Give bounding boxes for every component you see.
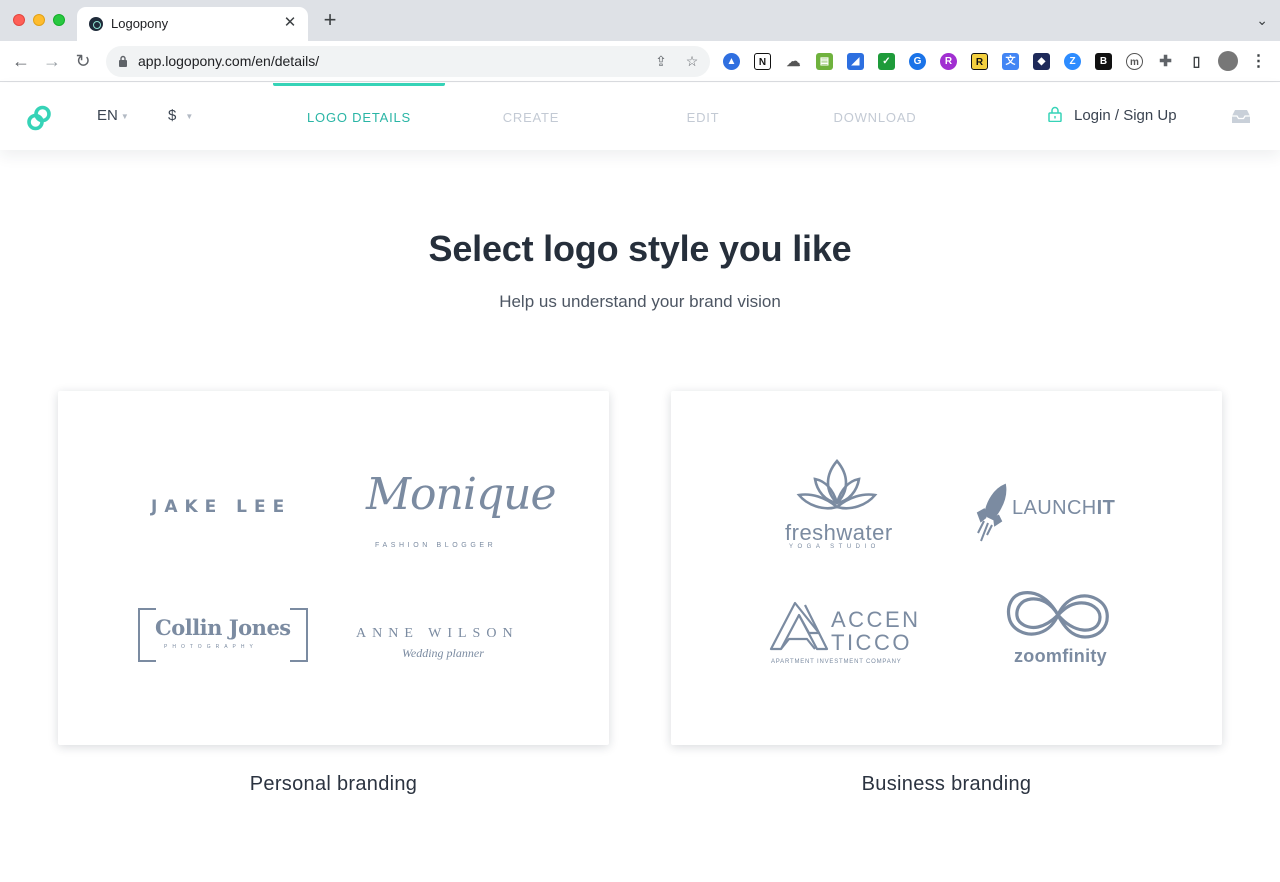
profile-avatar[interactable] — [1218, 51, 1238, 71]
extension-blue-icon[interactable]: ◢ — [847, 53, 864, 70]
launchit-logo-light: LAUNCH — [1012, 497, 1097, 519]
monique-tagline: FASHION BLOGGER — [375, 542, 497, 549]
impossible-triangle-icon — [769, 601, 829, 651]
accen-ticco-tagline: APARTMENT INVESTMENT COMPANY — [771, 659, 902, 665]
login-label: Login / Sign Up — [1074, 107, 1177, 124]
ticco-logo: TICCO — [831, 630, 912, 655]
page-title: Select logo style you like — [428, 228, 852, 269]
extension-z-icon[interactable]: Z — [1064, 53, 1081, 70]
step-download[interactable]: DOWNLOAD — [789, 110, 961, 125]
extension-printer-icon[interactable]: ▤ — [816, 53, 833, 70]
inbox-icon[interactable] — [1231, 109, 1251, 124]
launchit-logo: LAUNCHIT — [1012, 497, 1115, 520]
close-window-button[interactable] — [13, 14, 25, 26]
extension-b-icon[interactable]: B — [1095, 53, 1112, 70]
browser-tab[interactable]: Logopony ✕ — [77, 7, 308, 41]
extension-cloud-icon[interactable]: ☁ — [785, 53, 802, 70]
currency-value: $ — [168, 107, 177, 124]
step-logo-details[interactable]: LOGO DETAILS — [273, 110, 445, 125]
currency-selector[interactable]: $ ▼ — [168, 107, 193, 124]
browser-tab-bar: Logopony ✕ + ⌄ — [0, 0, 1280, 41]
step-edit[interactable]: EDIT — [617, 110, 789, 125]
share-icon[interactable]: ⇪ — [652, 52, 670, 70]
extension-notion-icon[interactable]: N — [754, 53, 771, 70]
login-signup-button[interactable]: Login / Sign Up — [1048, 106, 1177, 124]
business-branding-card[interactable]: freshwater YOGA STUDIO LAUNCHIT ACCEN TI… — [671, 391, 1222, 745]
anne-wilson-logo: ANNE WILSON — [356, 626, 519, 641]
logopony-logo-icon[interactable] — [25, 104, 53, 132]
collin-jones-tagline: PHOTOGRAPHY — [164, 644, 258, 650]
address-bar[interactable]: app.logopony.com/en/details/ ⇪ ☆ — [106, 46, 710, 77]
step-create[interactable]: CREATE — [445, 110, 617, 125]
browser-menu-icon[interactable]: ⋮ — [1250, 53, 1267, 70]
infinity-icon — [1006, 591, 1109, 639]
freshwater-tagline: YOGA STUDIO — [789, 544, 880, 550]
tab-search-chevron-icon[interactable]: ⌄ — [1256, 12, 1268, 29]
zoomfinity-logo: zoomfinity — [1014, 646, 1107, 666]
browser-toolbar: ← → ↻ app.logopony.com/en/details/ ⇪ ☆ ▲… — [0, 41, 1280, 82]
minimize-window-button[interactable] — [33, 14, 45, 26]
url-text: app.logopony.com/en/details/ — [138, 53, 320, 69]
monique-logo: Monique — [366, 469, 556, 520]
extension-m-icon[interactable]: m — [1126, 53, 1143, 70]
extension-globe-icon[interactable]: G — [909, 53, 926, 70]
forward-arrow-icon[interactable]: → — [41, 50, 63, 72]
logopony-favicon-icon — [89, 17, 103, 31]
active-step-indicator — [273, 83, 445, 86]
padlock-icon — [1048, 106, 1062, 122]
chevron-down-icon: ▼ — [185, 111, 194, 121]
accen-logo: ACCEN — [831, 607, 921, 632]
new-tab-button[interactable]: + — [318, 9, 342, 33]
lotus-icon — [796, 459, 878, 510]
close-tab-icon[interactable]: ✕ — [281, 14, 299, 32]
maximize-window-button[interactable] — [53, 14, 65, 26]
language-selector[interactable]: EN ▼ — [97, 107, 129, 124]
freshwater-logo: freshwater — [785, 520, 893, 545]
chevron-down-icon: ▼ — [120, 111, 129, 121]
extension-translate-icon[interactable]: 文 — [1002, 53, 1019, 70]
personal-branding-label[interactable]: Personal branding — [58, 773, 609, 796]
language-value: EN — [97, 107, 118, 124]
extension-r-icon[interactable]: R — [971, 53, 988, 70]
business-branding-label[interactable]: Business branding — [671, 773, 1222, 796]
extension-arc-icon[interactable]: ▲ — [723, 53, 740, 70]
jake-lee-logo: JAKE LEE — [151, 497, 292, 517]
lock-icon — [119, 55, 127, 67]
reload-icon[interactable]: ↻ — [72, 50, 94, 72]
page-subtitle: Help us understand your brand vision — [499, 292, 781, 311]
personal-branding-card[interactable]: JAKE LEE Monique FASHION BLOGGER Collin … — [58, 391, 609, 745]
extension-purple-icon[interactable]: R — [940, 53, 957, 70]
app-header: EN ▼ $ ▼ LOGO DETAILS CREATE EDIT DOWNLOAD… — [0, 83, 1280, 150]
rocket-icon — [976, 483, 1007, 542]
side-panel-icon[interactable]: ▯ — [1188, 53, 1205, 70]
bookmark-star-icon[interactable]: ☆ — [683, 52, 701, 70]
extension-dark-icon[interactable]: ◆ — [1033, 53, 1050, 70]
back-arrow-icon[interactable]: ← — [10, 50, 32, 72]
tab-title: Logopony — [111, 16, 169, 31]
extensions-puzzle-icon[interactable]: ✚ — [1157, 53, 1174, 70]
extension-checkmark-icon[interactable]: ✓ — [878, 53, 895, 70]
launchit-logo-bold: IT — [1096, 497, 1116, 519]
anne-wilson-tagline: Wedding planner — [402, 646, 484, 660]
collin-jones-logo: Collin Jones — [155, 615, 291, 640]
